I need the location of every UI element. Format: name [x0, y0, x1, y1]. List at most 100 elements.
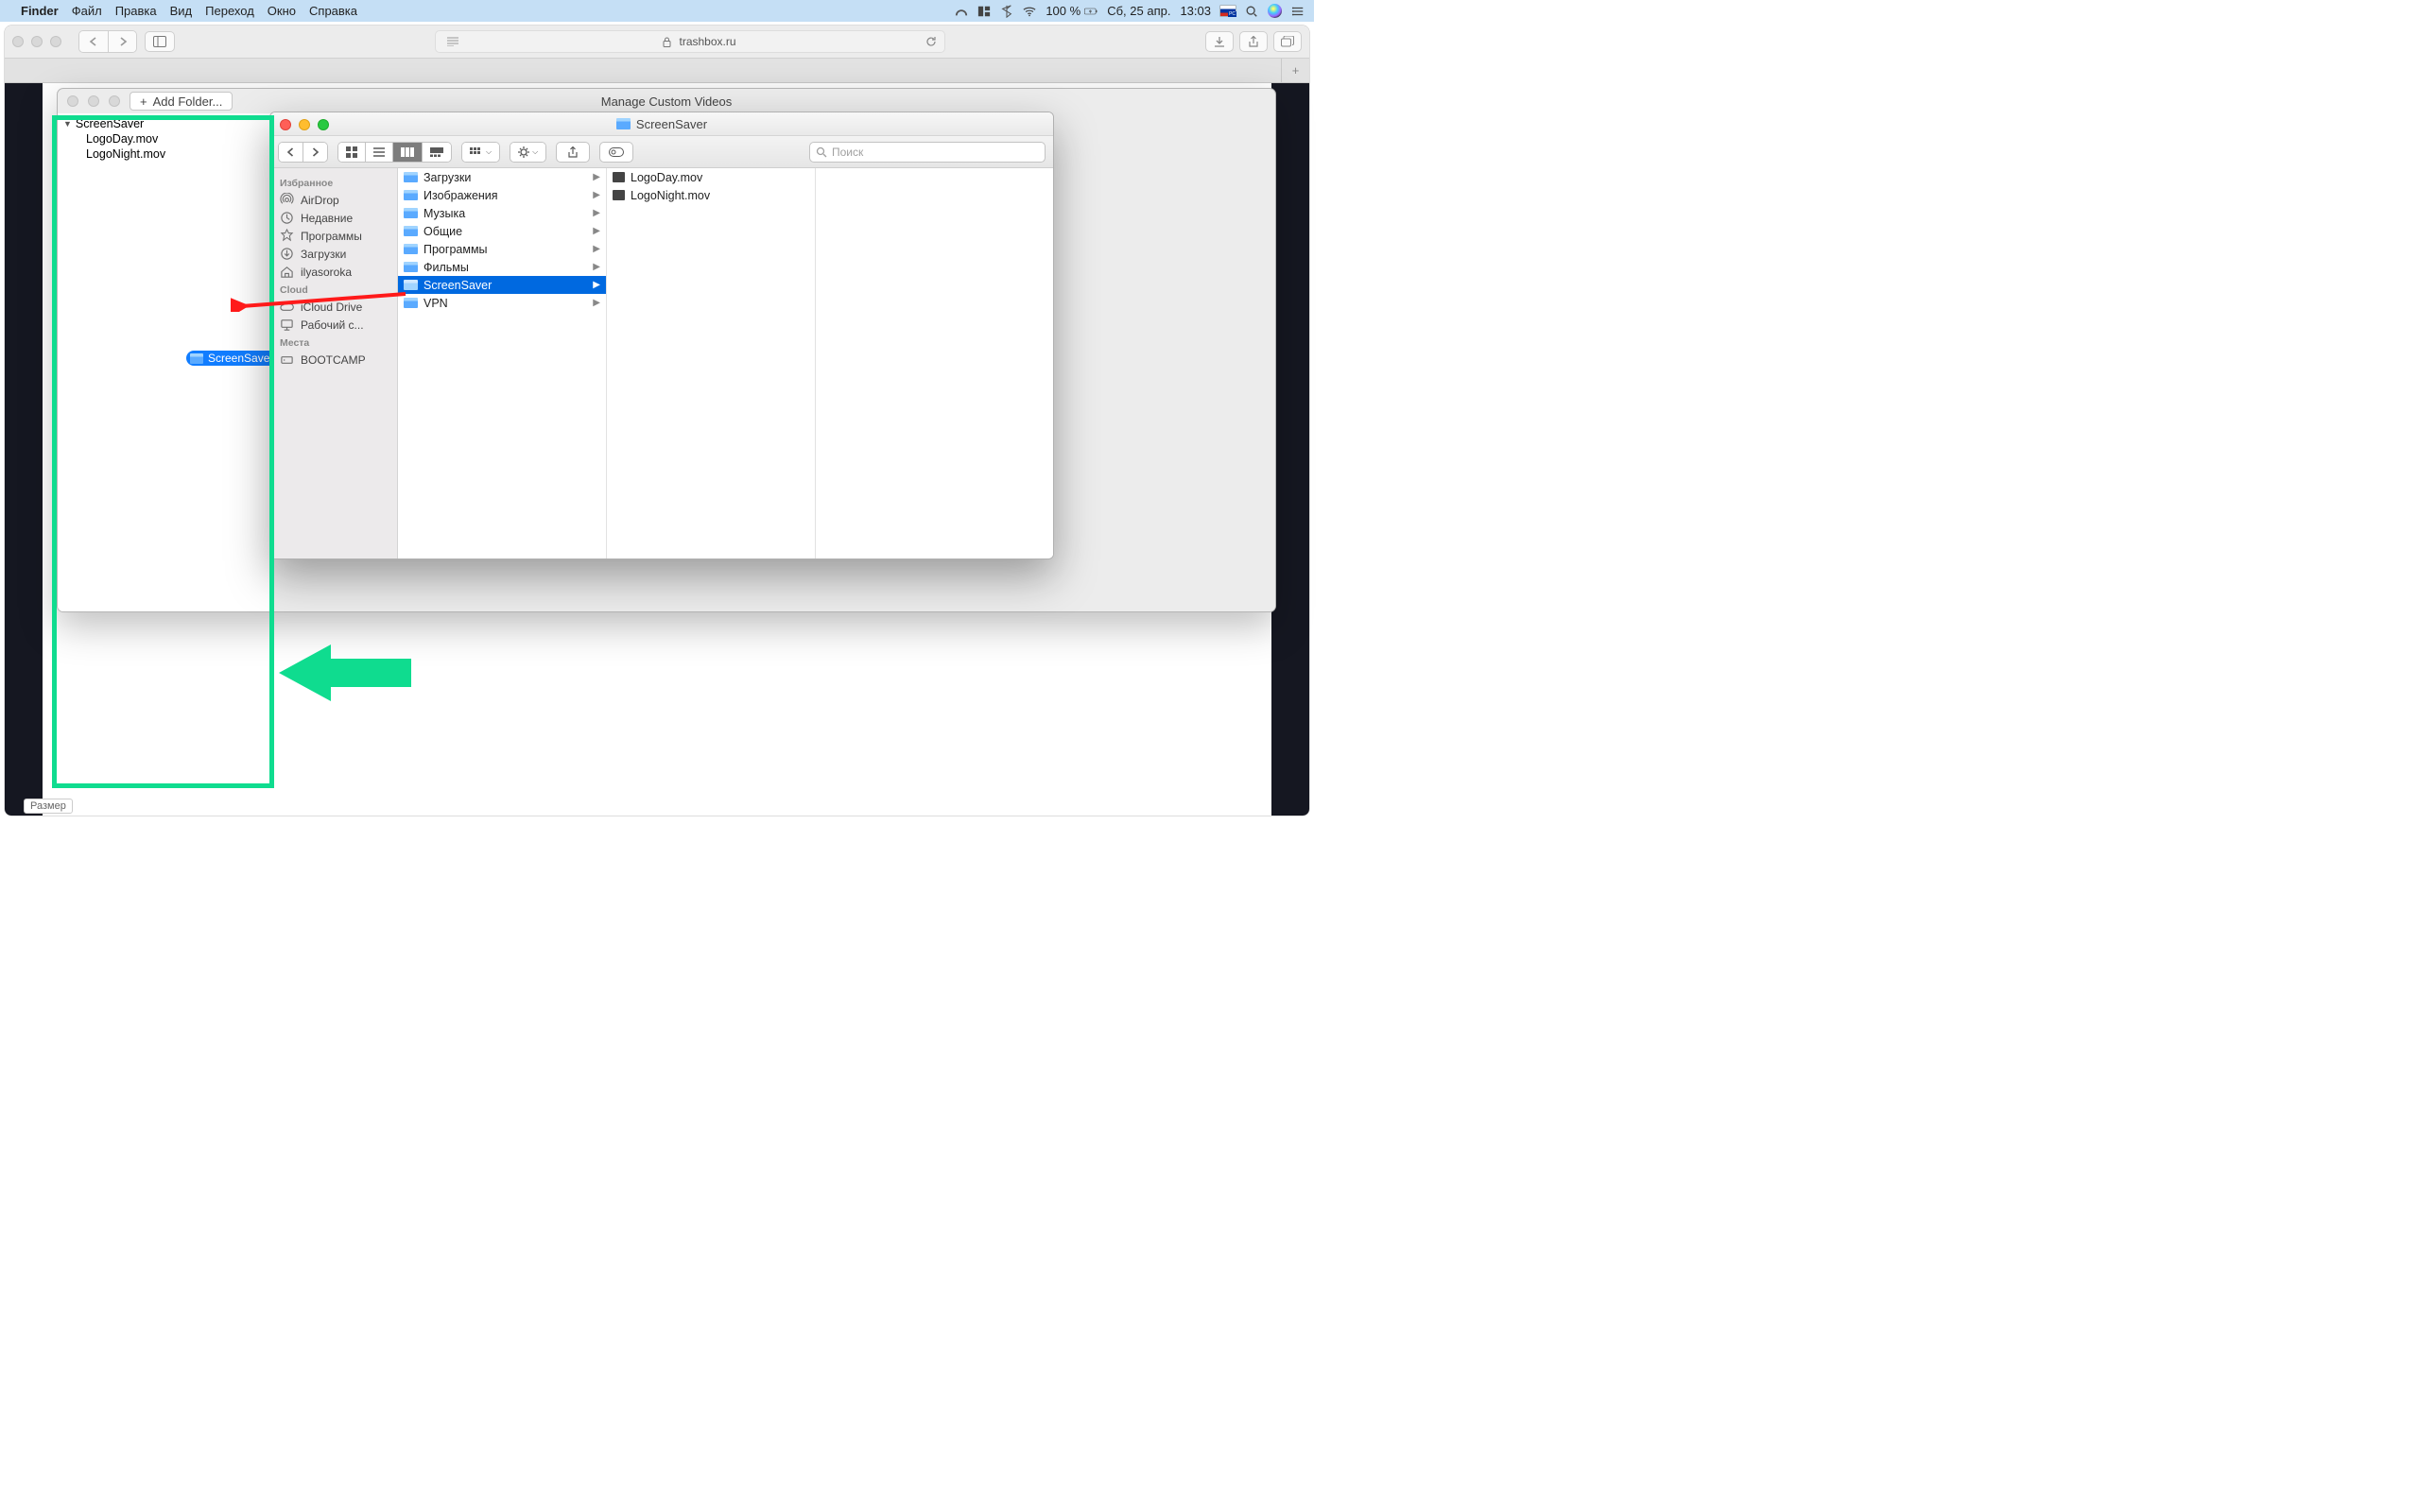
search-icon [816, 146, 827, 158]
status-layout-icon[interactable] [977, 5, 991, 18]
sidebar-item-bootcamp[interactable]: BOOTCAMP [270, 351, 397, 369]
menubar-date[interactable]: Сб, 25 апр. [1107, 4, 1170, 18]
sidebar-section-places: Места [270, 334, 397, 351]
finder-arrange-button[interactable]: ⌵ [461, 142, 500, 163]
finder-search-field[interactable]: Поиск [809, 142, 1046, 163]
folder-icon [404, 226, 418, 236]
app-name[interactable]: Finder [21, 4, 59, 18]
sidebar-item-desktop[interactable]: Рабочий с... [270, 316, 397, 334]
finder-zoom-button[interactable] [318, 119, 329, 130]
menu-view[interactable]: Вид [170, 4, 193, 18]
sidebar-item-airdrop[interactable]: AirDrop [270, 191, 397, 209]
finder-column-2: LogoDay.mov LogoNight.mov [607, 168, 816, 558]
safari-address-bar[interactable]: trashbox.ru [435, 30, 945, 53]
safari-sidebar-button[interactable] [145, 31, 175, 52]
folder-icon [404, 208, 418, 218]
chevron-right-icon: ▶ [593, 172, 600, 182]
notification-center-icon[interactable] [1291, 5, 1305, 18]
folder-row[interactable]: Музыка▶ [398, 204, 606, 222]
safari-tabs-button[interactable] [1273, 31, 1302, 52]
menu-edit[interactable]: Правка [115, 4, 157, 18]
tree-root-node[interactable]: ▼ ScreenSaver [58, 116, 272, 131]
chevron-right-icon: ▶ [593, 208, 600, 218]
safari-address-area: trashbox.ru [182, 30, 1198, 53]
menubar-time[interactable]: 13:03 [1180, 4, 1211, 18]
sidebar-item-home[interactable]: ilyasoroka [270, 263, 397, 281]
bluetooth-icon[interactable] [1000, 5, 1013, 18]
mov-file-icon [613, 172, 625, 182]
mcv-window-title: Manage Custom Videos [58, 94, 1275, 109]
input-source-flag[interactable] [1220, 6, 1236, 16]
finder-toolbar: ⌵ ⌵ Поиск [270, 136, 1053, 168]
folder-icon [404, 298, 418, 308]
page-size-tag: Размер [24, 799, 73, 814]
folder-row[interactable]: Изображения▶ [398, 186, 606, 204]
safari-share-button[interactable] [1239, 31, 1268, 52]
tree-file[interactable]: LogoDay.mov [58, 131, 272, 146]
chevron-right-icon: ▶ [593, 280, 600, 290]
menu-go[interactable]: Переход [205, 4, 254, 18]
mcv-folder-tree[interactable]: ▼ ScreenSaver LogoDay.mov LogoNight.mov … [58, 113, 273, 611]
wifi-icon[interactable] [1023, 5, 1036, 18]
status-arch-icon[interactable] [955, 5, 968, 18]
folder-row[interactable]: VPN▶ [398, 294, 606, 312]
finder-window: ScreenSaver ⌵ ⌵ Поиск Избранное Ai [269, 112, 1054, 559]
folder-row[interactable]: Общие▶ [398, 222, 606, 240]
finder-column-view: Загрузки▶ Изображения▶ Музыка▶ Общие▶ Пр… [398, 168, 1053, 558]
finder-column-1: Загрузки▶ Изображения▶ Музыка▶ Общие▶ Пр… [398, 168, 607, 558]
reload-icon[interactable] [925, 36, 937, 47]
finder-share-button[interactable] [556, 142, 590, 163]
folder-row[interactable]: Фильмы▶ [398, 258, 606, 276]
siri-icon[interactable] [1268, 4, 1282, 18]
safari-new-tab-button[interactable]: + [1281, 59, 1309, 82]
battery-status[interactable]: 100 % [1046, 4, 1098, 18]
folder-icon [404, 190, 418, 200]
tree-root-label: ScreenSaver [76, 117, 144, 130]
sidebar-item-icloud[interactable]: iCloud Drive [270, 298, 397, 316]
safari-tab-bar: + [5, 59, 1309, 83]
reader-icon [447, 37, 458, 46]
finder-minimize-button[interactable] [299, 119, 310, 130]
folder-row-selected[interactable]: ScreenSaver▶ [398, 276, 606, 294]
disclosure-triangle-icon[interactable]: ▼ [63, 119, 72, 129]
safari-url-host: trashbox.ru [679, 35, 735, 48]
view-list-button[interactable] [365, 143, 392, 162]
view-gallery-button[interactable] [422, 143, 451, 162]
drag-ghost-folder: ScreenSaver [186, 351, 281, 366]
finder-forward-button[interactable] [302, 143, 327, 162]
sidebar-section-favorites: Избранное [270, 174, 397, 191]
search-placeholder: Поиск [832, 146, 863, 159]
folder-icon [404, 280, 418, 290]
battery-percent: 100 % [1046, 4, 1080, 18]
drag-ghost-label: ScreenSaver [208, 352, 273, 365]
finder-tags-button[interactable] [599, 142, 633, 163]
menu-file[interactable]: Файл [72, 4, 102, 18]
finder-action-button[interactable]: ⌵ [510, 142, 546, 163]
folder-icon [404, 172, 418, 182]
menu-help[interactable]: Справка [309, 4, 357, 18]
sidebar-item-recents[interactable]: Недавние [270, 209, 397, 227]
tree-file[interactable]: LogoNight.mov [58, 146, 272, 162]
lock-icon [663, 37, 671, 47]
safari-downloads-button[interactable] [1205, 31, 1234, 52]
chevron-right-icon: ▶ [593, 226, 600, 236]
folder-row[interactable]: Программы▶ [398, 240, 606, 258]
finder-close-button[interactable] [280, 119, 291, 130]
menu-window[interactable]: Окно [268, 4, 296, 18]
sidebar-item-applications[interactable]: Программы [270, 227, 397, 245]
finder-back-button[interactable] [279, 143, 302, 162]
file-row[interactable]: LogoNight.mov [607, 186, 815, 204]
file-row[interactable]: LogoDay.mov [607, 168, 815, 186]
safari-back-button[interactable] [79, 31, 108, 52]
folder-row[interactable]: Загрузки▶ [398, 168, 606, 186]
spotlight-icon[interactable] [1245, 5, 1258, 18]
safari-toolbar: trashbox.ru [5, 26, 1309, 59]
safari-traffic-lights[interactable] [12, 36, 61, 47]
sidebar-item-downloads[interactable]: Загрузки [270, 245, 397, 263]
chevron-right-icon: ▶ [593, 190, 600, 200]
view-icon-button[interactable] [338, 143, 365, 162]
safari-forward-button[interactable] [108, 31, 136, 52]
macos-menubar: Finder Файл Правка Вид Переход Окно Спра… [0, 0, 1314, 22]
finder-title-text: ScreenSaver [636, 117, 707, 131]
view-column-button[interactable] [392, 143, 422, 162]
